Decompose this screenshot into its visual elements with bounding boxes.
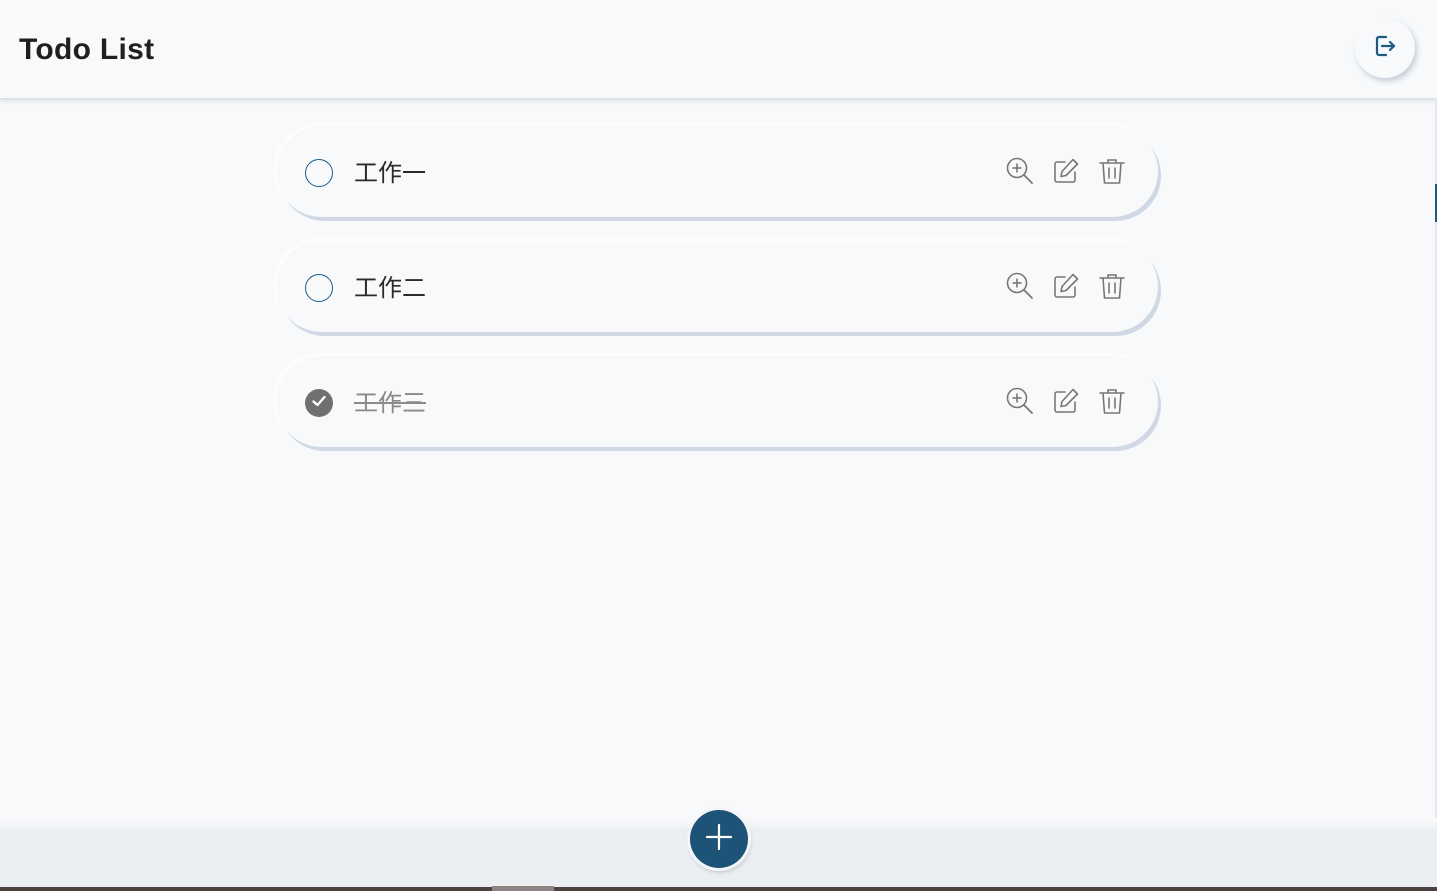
complete-checkbox[interactable]: [305, 389, 333, 417]
todo-app: Todo List 工作一 工作二 工作三: [0, 0, 1437, 891]
edit-icon: [1051, 156, 1081, 190]
plus-icon: [704, 822, 734, 856]
logout-button[interactable]: [1355, 18, 1415, 78]
todo-item: 工作三: [276, 356, 1158, 447]
bottom-scrollbar[interactable]: [0, 887, 1437, 891]
todo-item: 工作二: [276, 241, 1158, 332]
edit-button[interactable]: [1050, 387, 1082, 419]
zoom-in-icon: [1005, 386, 1035, 420]
delete-button[interactable]: [1096, 157, 1128, 189]
todo-actions: [1004, 387, 1128, 419]
delete-button[interactable]: [1096, 387, 1128, 419]
todo-actions: [1004, 157, 1128, 189]
trash-icon: [1097, 156, 1127, 190]
complete-checkbox[interactable]: [305, 274, 333, 302]
todo-item: 工作一: [276, 126, 1158, 217]
view-button[interactable]: [1004, 157, 1036, 189]
edit-icon: [1051, 271, 1081, 305]
todo-text: 工作一: [354, 159, 426, 187]
todo-text: 工作二: [354, 274, 426, 302]
page-title: Todo List: [19, 33, 155, 66]
zoom-in-icon: [1005, 156, 1035, 190]
app-header: Todo List: [0, 0, 1437, 99]
todo-actions: [1004, 272, 1128, 304]
todo-text: 工作三: [354, 389, 426, 417]
add-todo-button[interactable]: [690, 810, 748, 868]
edit-button[interactable]: [1050, 272, 1082, 304]
trash-icon: [1097, 271, 1127, 305]
view-button[interactable]: [1004, 272, 1036, 304]
checkmark-icon: [310, 392, 328, 414]
delete-button[interactable]: [1096, 272, 1128, 304]
zoom-in-icon: [1005, 271, 1035, 305]
edit-button[interactable]: [1050, 157, 1082, 189]
bottom-scrollbar-thumb[interactable]: [492, 886, 554, 891]
logout-icon: [1371, 32, 1399, 64]
todo-list: 工作一 工作二 工作三: [276, 126, 1158, 471]
complete-checkbox[interactable]: [305, 159, 333, 187]
trash-icon: [1097, 386, 1127, 420]
edit-icon: [1051, 386, 1081, 420]
view-button[interactable]: [1004, 387, 1036, 419]
